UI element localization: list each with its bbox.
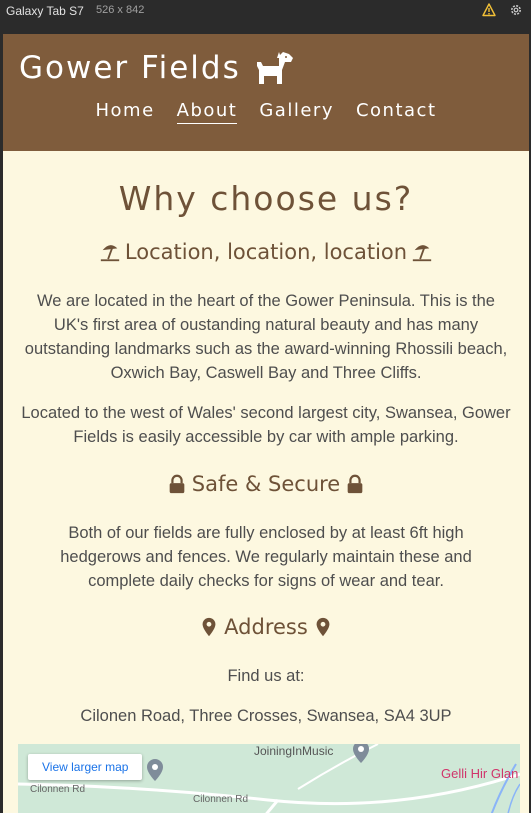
address-text: Cilonen Road, Three Crosses, Swansea, SA… [80,707,452,725]
safety-paragraph: Both of our fields are fully enclosed by… [60,524,472,590]
settings-gear-icon[interactable] [509,3,523,17]
map-marker-icon [316,617,330,637]
section-heading-text: Safe & Secure [191,472,341,496]
view-larger-map-link[interactable]: View larger map [28,754,143,780]
section-heading-location: Location, location, location [3,240,529,264]
device-dimensions: 526 x 842 [96,4,145,16]
page-title: Why choose us? [118,179,414,218]
map-place-label: JoiningInMusic [254,744,334,758]
map-pin-icon[interactable] [352,744,370,764]
nav-contact[interactable]: Contact [356,100,437,124]
section-heading-text: Location, location, location [124,240,408,264]
section-heading-address: Address [3,615,529,639]
main-nav: Home About Gallery Contact [3,100,529,124]
device-name[interactable]: Galaxy Tab S7 [6,4,84,18]
brand-name[interactable]: Gower Fields [19,50,241,86]
dog-icon [256,52,293,84]
nav-home[interactable]: Home [95,100,154,124]
devtools-spacer [0,22,531,34]
lock-icon [169,474,185,494]
umbrella-beach-icon [100,245,120,262]
map-road-label: Cilonnen Rd [193,794,249,805]
device-viewport: Gower Fields Home About Gallery Contact … [3,34,529,813]
site-brand[interactable]: Gower Fields [19,50,295,86]
map-pin-icon[interactable] [146,758,164,782]
location-paragraph-1: We are located in the heart of the Gower… [24,292,508,382]
nav-gallery[interactable]: Gallery [259,100,334,124]
devtools-toolbar: Galaxy Tab S7 526 x 842 [0,0,531,22]
site-header: Gower Fields Home About Gallery Contact [3,34,529,151]
lock-icon [347,474,363,494]
section-heading-safety: Safe & Secure [3,472,529,496]
embedded-map[interactable]: View larger map JoiningInMusic Gelli Hir… [18,744,520,813]
address-intro: Find us at: [227,667,305,685]
warning-icon[interactable] [482,3,496,17]
map-marker-icon [202,617,216,637]
map-road-label: Cilonnen Rd [30,784,86,795]
umbrella-beach-icon [412,245,432,262]
section-heading-text: Address [224,615,308,639]
map-place-label: Gelli Hir Glan [441,766,519,781]
location-paragraph-2: Located to the west of Wales' second lar… [21,404,511,446]
nav-about[interactable]: About [176,100,238,124]
